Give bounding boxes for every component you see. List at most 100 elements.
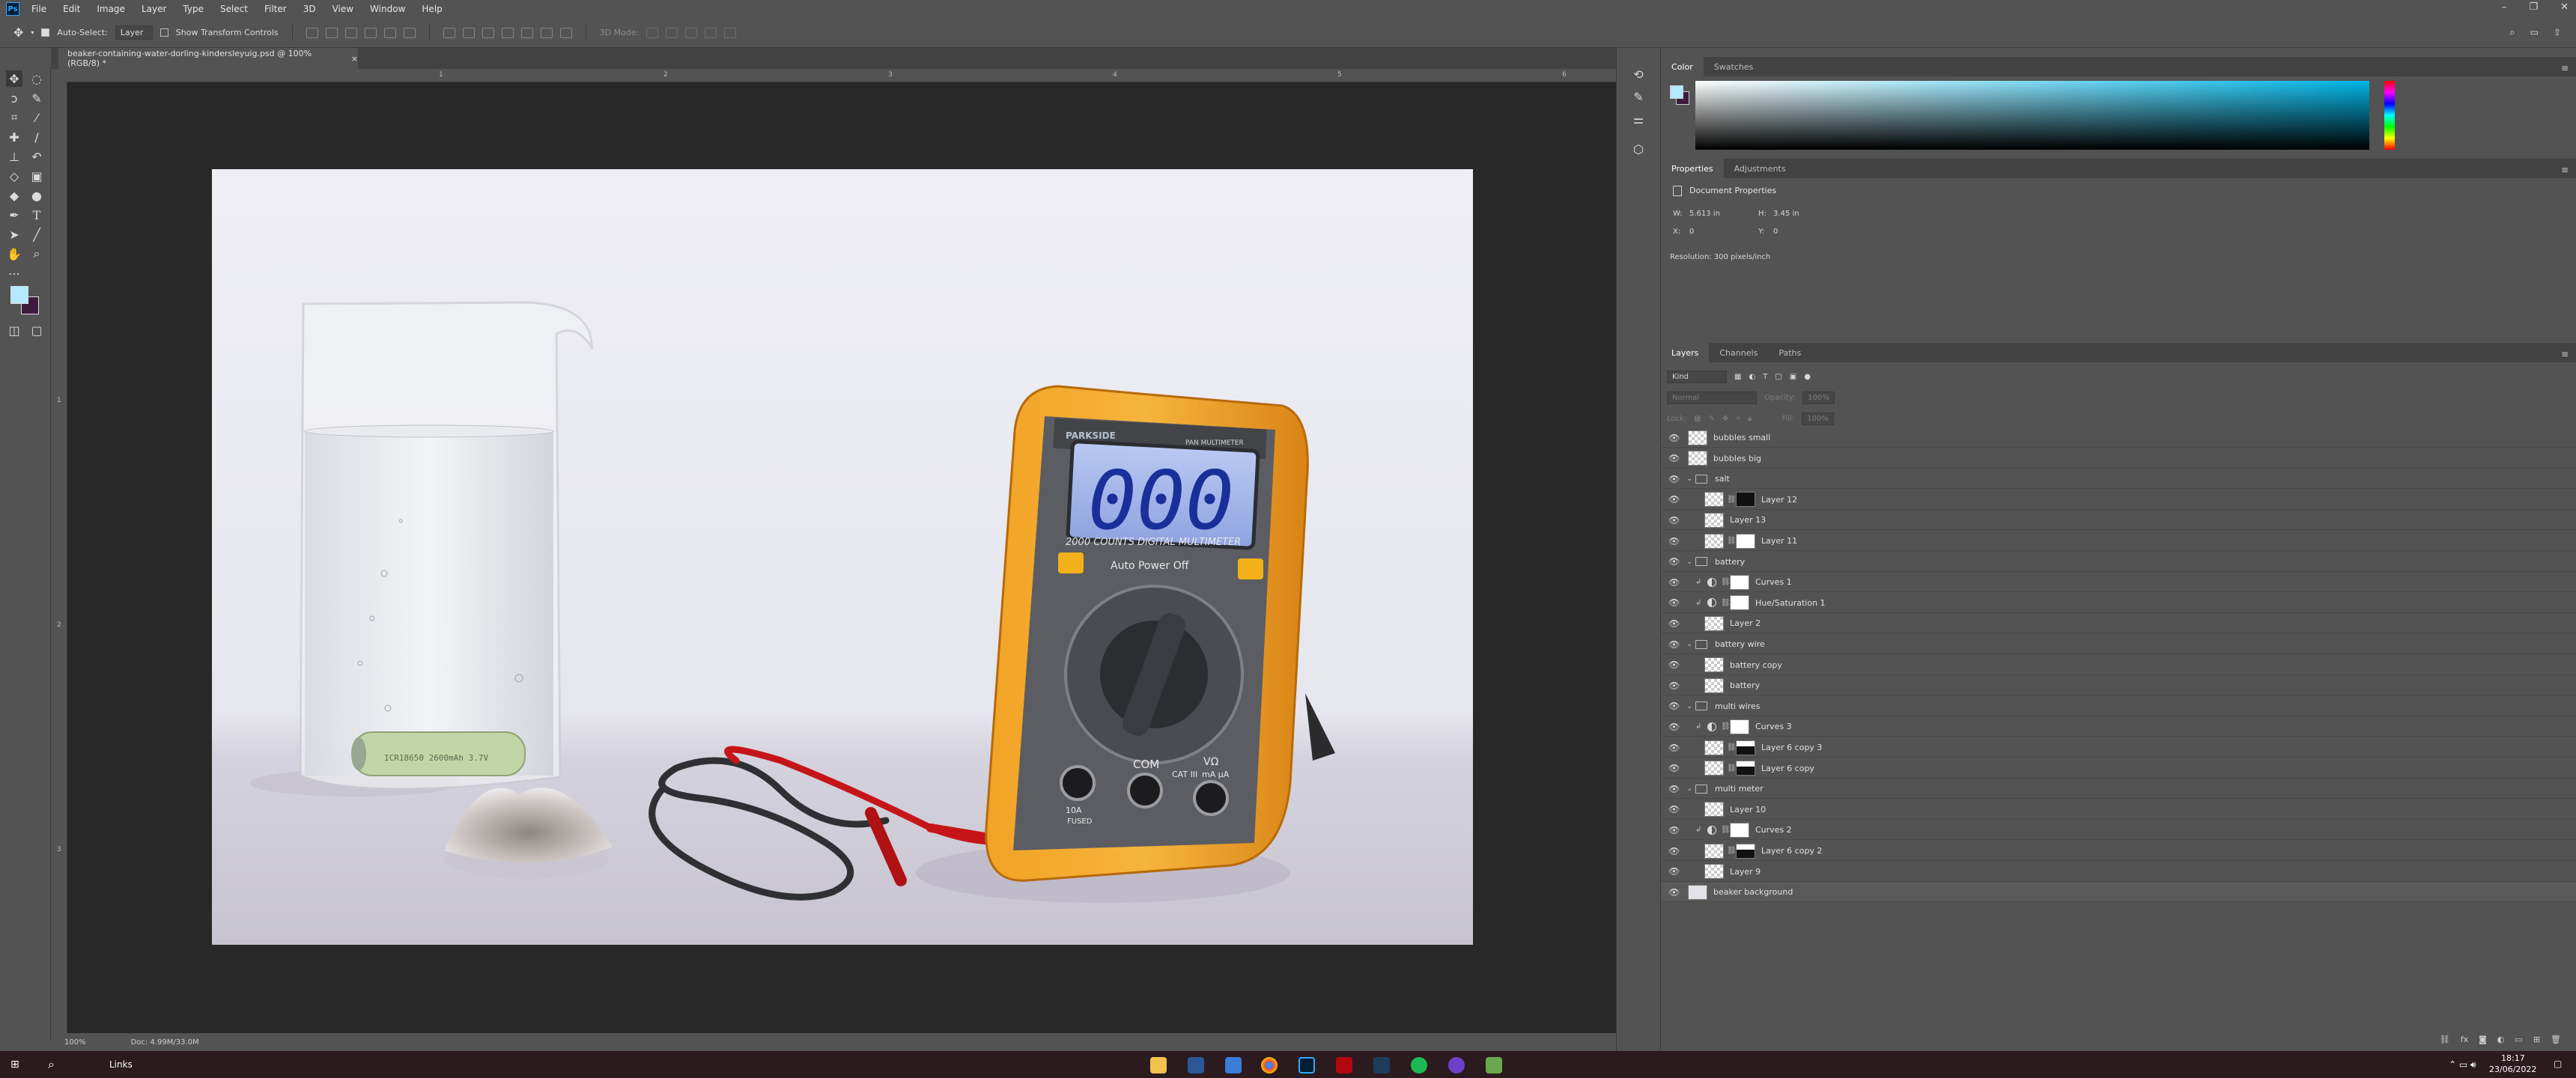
visibility-eye-icon[interactable]: 👁︎	[1668, 639, 1680, 650]
visibility-eye-icon[interactable]: 👁︎	[1668, 660, 1680, 670]
document-tab[interactable]: beaker-containing-water-dorling-kindersl…	[58, 48, 358, 69]
visibility-eye-icon[interactable]: 👁︎	[1668, 846, 1680, 856]
delete-layer-icon[interactable]: 🗑︎	[2551, 1035, 2561, 1044]
tool-preset-dropdown[interactable]: ▾	[31, 29, 34, 36]
clock-time[interactable]: 18:17	[2501, 1053, 2525, 1063]
link-icon[interactable]: ⛓	[1727, 847, 1737, 855]
layer-thumbnail[interactable]	[1704, 843, 1724, 859]
distribute-right-icon[interactable]	[540, 27, 553, 38]
distribute-left-icon[interactable]	[501, 27, 514, 38]
link-icon[interactable]: ⛓	[1721, 578, 1731, 586]
layer-thumbnail[interactable]	[1688, 451, 1707, 466]
layer-name[interactable]: Hue/Saturation 1	[1755, 598, 1826, 608]
layer-thumbnail[interactable]	[1688, 884, 1707, 900]
menu-3d[interactable]: 3D	[303, 4, 316, 14]
quick-mask-icon[interactable]: ◫	[6, 322, 22, 338]
chevron-down-icon[interactable]: ⌄	[1686, 475, 1692, 483]
layer-mask-thumbnail[interactable]	[1730, 574, 1749, 590]
hand-tool-icon[interactable]: ✋	[6, 246, 22, 262]
filter-toggle-icon[interactable]: ●	[1804, 373, 1811, 381]
height-value[interactable]: 3.45 in	[1773, 210, 1799, 218]
layer-name[interactable]: Layer 12	[1761, 495, 1797, 505]
notifications-icon[interactable]: ▢	[2554, 1059, 2562, 1069]
layer-mask-thumbnail[interactable]	[1736, 492, 1755, 508]
chevron-down-icon[interactable]: ⌄	[1686, 785, 1692, 793]
github-icon[interactable]	[1448, 1057, 1465, 1074]
link-icon[interactable]: ⛓	[1727, 743, 1737, 752]
visibility-eye-icon[interactable]: 👁︎	[1668, 825, 1680, 835]
layer-thumbnail[interactable]	[1704, 677, 1724, 693]
layer-group-row[interactable]: 👁︎ ⌄ battery	[1661, 552, 2576, 572]
layer-thumbnail[interactable]	[1688, 430, 1707, 445]
layer-group-row[interactable]: 👁︎ ⌄ multi wires	[1661, 697, 2576, 716]
eraser-tool-icon[interactable]: ◇	[6, 168, 22, 184]
distribute-bottom-icon[interactable]	[482, 27, 494, 38]
layer-name[interactable]: Layer 6 copy 2	[1761, 846, 1822, 856]
layer-filter-kind-dropdown[interactable]: Kind	[1667, 370, 1727, 383]
layer-row[interactable]: 👁︎ Layer 9	[1661, 862, 2576, 882]
3d-roll-icon[interactable]	[666, 27, 678, 38]
3d-pan-icon[interactable]	[685, 27, 698, 38]
app-icon[interactable]	[1373, 1057, 1390, 1074]
foreground-color-swatch[interactable]	[10, 286, 28, 304]
dodge-tool-icon[interactable]: ●	[28, 187, 45, 204]
auto-align-icon[interactable]	[559, 27, 572, 38]
layer-thumbnail[interactable]	[1704, 761, 1724, 776]
layer-thumbnail[interactable]	[1704, 740, 1724, 755]
menu-type[interactable]: Type	[183, 4, 204, 14]
layer-name[interactable]: Layer 2	[1730, 618, 1761, 628]
zoom-tool-icon[interactable]: ⌕	[28, 246, 45, 262]
align-vcenter-icon[interactable]	[325, 27, 338, 38]
marquee-tool-icon[interactable]: ◌	[28, 70, 45, 87]
workspace-icon[interactable]: ▭	[2530, 27, 2539, 38]
opacity-input[interactable]: 100%	[1802, 391, 1835, 404]
blend-mode-dropdown[interactable]: Normal	[1667, 391, 1757, 404]
layer-name[interactable]: Layer 13	[1730, 515, 1766, 525]
chevron-down-icon[interactable]: ⌄	[1686, 640, 1692, 648]
distribute-hcenter-icon[interactable]	[520, 27, 533, 38]
visibility-eye-icon[interactable]: 👁︎	[1668, 722, 1680, 732]
layer-name[interactable]: Layer 6 copy 3	[1761, 743, 1822, 752]
windows-start-icon[interactable]: ⊞	[10, 1059, 19, 1071]
menu-file[interactable]: File	[31, 4, 46, 14]
color-hue-slider[interactable]	[2384, 81, 2395, 150]
layer-name[interactable]: Curves 1	[1755, 577, 1792, 587]
gradient-tool-icon[interactable]: ▣	[28, 168, 45, 184]
layer-name[interactable]: beaker background	[1713, 887, 1793, 897]
visibility-eye-icon[interactable]: 👁︎	[1668, 433, 1680, 443]
healing-brush-icon[interactable]: ✚	[6, 129, 22, 145]
layer-row[interactable]: 👁︎ ⛓ Layer 6 copy 3	[1661, 738, 2576, 758]
pen-tool-icon[interactable]: ✒	[6, 207, 22, 223]
layer-name[interactable]: battery	[1730, 680, 1760, 690]
fx-icon[interactable]: fx	[2461, 1035, 2468, 1044]
lock-all-icon[interactable]: 🔒︎	[1748, 415, 1752, 423]
visibility-eye-icon[interactable]: 👁︎	[1668, 453, 1680, 463]
width-value[interactable]: 5.613 in	[1689, 210, 1720, 218]
visibility-eye-icon[interactable]: 👁︎	[1668, 784, 1680, 794]
link-icon[interactable]: ⛓	[1721, 826, 1731, 834]
layer-thumbnail[interactable]	[1704, 864, 1724, 880]
history-brush-icon[interactable]: ↶	[28, 148, 45, 165]
menu-view[interactable]: View	[332, 4, 353, 14]
chrome-icon[interactable]	[1261, 1057, 1278, 1074]
color-spectrum-field[interactable]	[1695, 81, 2369, 150]
new-adjustment-icon[interactable]: ◐	[2497, 1035, 2505, 1044]
history-panel-icon[interactable]: ⟲	[1630, 66, 1647, 82]
filter-adjustment-icon[interactable]: ◐	[1749, 373, 1755, 381]
layer-name[interactable]: Curves 2	[1755, 825, 1792, 835]
layer-mask-thumbnail[interactable]	[1730, 719, 1749, 734]
y-value[interactable]: 0	[1773, 228, 1778, 236]
layer-row[interactable]: 👁︎ Layer 13	[1661, 511, 2576, 531]
layer-name[interactable]: Layer 9	[1730, 867, 1761, 877]
layer-name[interactable]: Layer 6 copy	[1761, 764, 1814, 773]
layer-row[interactable]: 👁︎ ⛓ Layer 6 copy	[1661, 759, 2576, 779]
line-tool-icon[interactable]: ╱	[28, 226, 45, 243]
align-left-icon[interactable]	[364, 27, 377, 38]
x-value[interactable]: 0	[1689, 228, 1694, 236]
auto-select-checkbox[interactable]	[41, 28, 50, 37]
layer-thumbnail[interactable]	[1704, 492, 1724, 508]
fill-input[interactable]: 100%	[1802, 412, 1834, 425]
layer-row[interactable]: 👁︎ ⛓ Layer 12	[1661, 490, 2576, 510]
brush-tool-icon[interactable]: ∕	[28, 129, 45, 145]
layer-mask-thumbnail[interactable]	[1736, 843, 1755, 859]
